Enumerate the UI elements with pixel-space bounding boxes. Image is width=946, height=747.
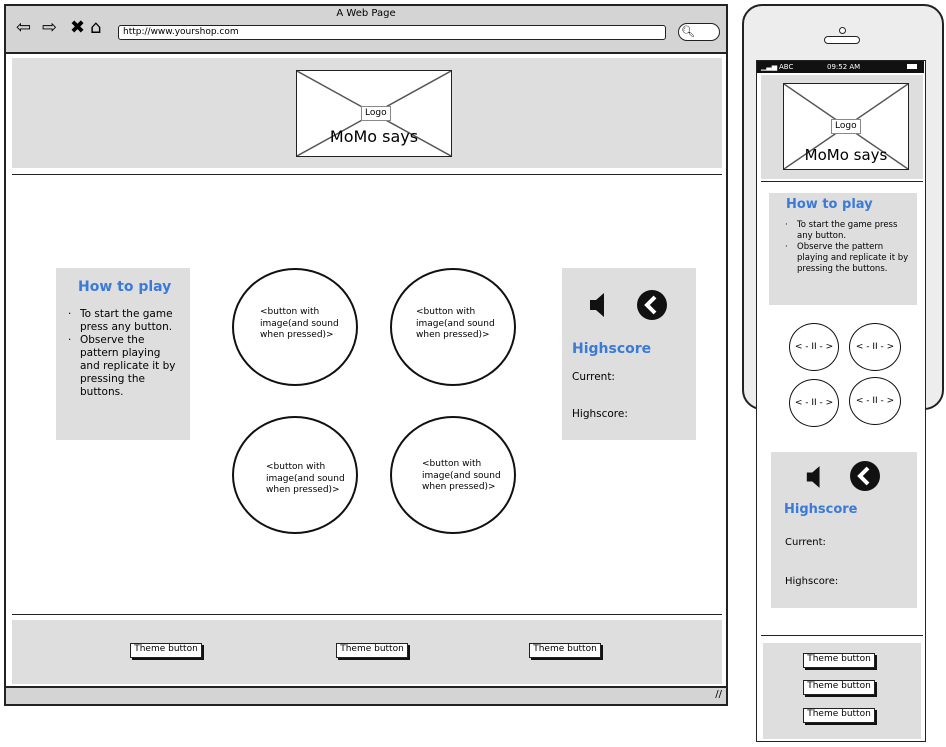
close-icon[interactable]: ✖ (70, 18, 85, 38)
how-to-play-list: To start the game press any button. Obse… (785, 220, 909, 275)
list-item: To start the game press any button. (68, 308, 178, 334)
search-field[interactable]: 🔍︎ (678, 23, 720, 41)
score-panel: Highscore Current: Highscore: (562, 268, 696, 440)
phone-screen: ▁▃▅ ABC 09:52 AM Logo MoMo says How to p… (756, 60, 926, 742)
phone-camera-icon (839, 27, 846, 34)
site-name: MoMo says (804, 146, 888, 164)
phone-footer-band: Theme button Theme button Theme button (763, 643, 921, 739)
highscore-title: Highscore (572, 341, 652, 357)
phone-clock: 09:52 AM (827, 63, 861, 71)
theme-button-2[interactable]: Theme button (336, 643, 408, 658)
header-band: Logo MoMo says (12, 58, 722, 168)
how-to-play-title: How to play (786, 197, 873, 212)
footer-band: Theme button Theme button Theme button (12, 620, 722, 684)
phone-logo-placeholder: Logo MoMo says (783, 83, 909, 170)
game-button-2[interactable]: < - II - > (849, 323, 901, 371)
theme-button-3[interactable]: Theme button (529, 643, 601, 658)
resize-handle-icon[interactable]: // (715, 689, 722, 700)
logo-tag: Logo (361, 106, 391, 121)
header-divider (12, 174, 722, 175)
how-to-play-panel: How to play To start the game press any … (56, 268, 190, 440)
battery-icon (907, 64, 917, 69)
phone-header-band: Logo MoMo says (761, 75, 923, 179)
back-arrow-icon[interactable]: ⇦ (16, 18, 31, 38)
game-button-3[interactable]: < - II - > (789, 379, 839, 427)
logo-tag: Logo (831, 119, 861, 134)
list-item: To start the game press any button. (785, 220, 909, 242)
game-button-3[interactable]: <button with image(and sound when presse… (232, 416, 358, 534)
phone-how-to-play-panel: How to play To start the game press any … (769, 193, 917, 305)
forward-arrow-icon[interactable]: ⇨ (42, 18, 57, 38)
phone-speaker-icon (824, 36, 860, 44)
game-button-1[interactable]: <button with image(and sound when presse… (232, 268, 358, 386)
speaker-icon[interactable] (805, 465, 825, 489)
phone-score-panel: Highscore Current: Highscore: (771, 452, 917, 608)
browser-status-bar: // (6, 686, 726, 704)
home-icon[interactable]: ⌂ (90, 18, 101, 38)
window-title: A Web Page (336, 8, 396, 19)
game-button-4[interactable]: < - II - > (849, 377, 901, 425)
phone-footer-divider (761, 635, 923, 636)
browser-toolbar: A Web Page ⇦ ⇨ ✖ ⌂ http://www.yourshop.c… (6, 6, 726, 54)
how-to-play-title: How to play (78, 279, 172, 295)
theme-button-1[interactable]: Theme button (130, 643, 202, 658)
current-score-label: Current: (785, 537, 826, 548)
carrier-name: ABC (779, 63, 794, 71)
list-item: Observe the pattern playing and replicat… (785, 242, 909, 275)
highscore-label: Highscore: (785, 576, 839, 587)
search-icon: 🔍︎ (681, 25, 695, 38)
logo-placeholder: Logo MoMo says (296, 70, 452, 157)
theme-button-1[interactable]: Theme button (803, 653, 875, 668)
phone-status-bar: ▁▃▅ ABC 09:52 AM (757, 61, 924, 73)
phone-header-divider (761, 181, 923, 182)
highscore-title: Highscore (784, 502, 858, 517)
signal-icon: ▁▃▅ (761, 63, 778, 71)
back-circle-icon[interactable] (849, 460, 881, 492)
speaker-icon[interactable] (588, 292, 610, 318)
theme-button-3[interactable]: Theme button (803, 708, 875, 723)
theme-button-2[interactable]: Theme button (803, 680, 875, 695)
list-item: Observe the pattern playing and replicat… (68, 334, 178, 399)
site-name: MoMo says (329, 127, 419, 146)
footer-divider (12, 614, 722, 615)
browser-window: A Web Page ⇦ ⇨ ✖ ⌂ http://www.yourshop.c… (4, 4, 728, 706)
game-button-2[interactable]: <button with image(and sound when presse… (390, 268, 516, 386)
how-to-play-list: To start the game press any button. Obse… (68, 308, 178, 399)
game-button-1[interactable]: < - II - > (789, 323, 839, 371)
url-bar[interactable]: http://www.yourshop.com (118, 25, 666, 40)
highscore-label: Highscore: (572, 408, 628, 420)
current-score-label: Current: (572, 371, 615, 383)
back-circle-icon[interactable] (636, 289, 668, 321)
game-button-4[interactable]: <button with image(and sound when presse… (390, 416, 516, 534)
